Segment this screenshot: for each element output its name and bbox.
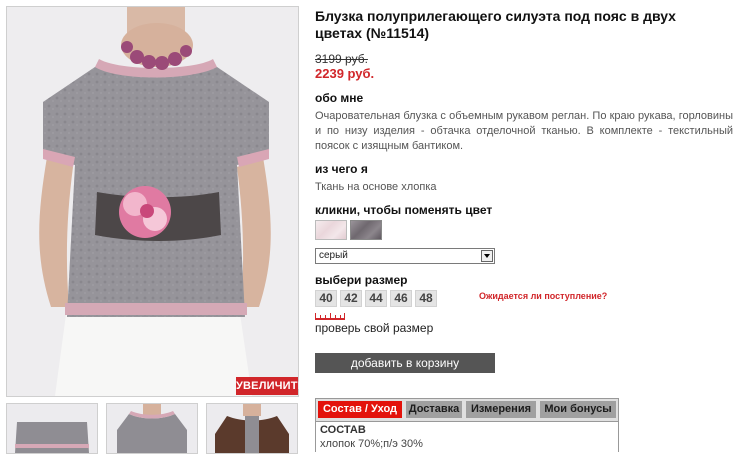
color-swatch-grey[interactable] bbox=[350, 220, 382, 240]
thumbnail-image-2 bbox=[107, 404, 197, 453]
info-tabs: Состав / Уход Доставка Измерения Мои бон… bbox=[315, 398, 619, 422]
size-option-42[interactable]: 42 bbox=[340, 290, 362, 307]
color-swatch-pink[interactable] bbox=[315, 220, 347, 240]
check-size-link[interactable]: проверь свой размер bbox=[315, 321, 433, 335]
old-price: 3199 руб. bbox=[315, 52, 368, 66]
tab-measurements[interactable]: Измерения bbox=[466, 401, 536, 418]
product-title: Блузка полуприлегающего силуэта под пояс… bbox=[315, 8, 676, 41]
about-heading: обо мне bbox=[315, 91, 364, 105]
zoom-button[interactable]: УВЕЛИЧИТЬ bbox=[236, 377, 306, 395]
thumbnail-image-1 bbox=[7, 404, 97, 453]
size-option-48[interactable]: 48 bbox=[415, 290, 437, 307]
thumbnail-image-3 bbox=[207, 404, 297, 453]
tab-composition-care[interactable]: Состав / Уход bbox=[318, 401, 402, 418]
tab-my-bonuses[interactable]: Мои бонусы bbox=[540, 401, 616, 418]
material-text: Ткань на основе хлопка bbox=[315, 181, 437, 193]
ruler-icon bbox=[315, 313, 345, 320]
add-to-cart-button[interactable]: добавить в корзину bbox=[315, 353, 495, 373]
thumbnail-3[interactable] bbox=[206, 403, 298, 454]
size-option-46[interactable]: 46 bbox=[390, 290, 412, 307]
thumbnail-2[interactable] bbox=[106, 403, 198, 454]
size-option-44[interactable]: 44 bbox=[365, 290, 387, 307]
material-heading: из чего я bbox=[315, 162, 368, 176]
color-select-value: серый bbox=[319, 250, 348, 261]
thumbnail-1[interactable] bbox=[6, 403, 98, 454]
color-heading: кликни, чтобы поменять цвет bbox=[315, 203, 493, 217]
size-option-40[interactable]: 40 bbox=[315, 290, 337, 307]
composition-heading: СОСТАВ bbox=[320, 424, 366, 436]
blouse-photo bbox=[7, 7, 298, 396]
chevron-down-icon[interactable] bbox=[481, 250, 493, 262]
sale-price: 2239 руб. bbox=[315, 66, 375, 81]
about-text: Очаровательная блузка с объемным рукавом… bbox=[315, 110, 733, 152]
composition-text: хлопок 70%;п/э 30% bbox=[320, 438, 423, 450]
tab-delivery[interactable]: Доставка bbox=[406, 401, 462, 418]
product-main-image[interactable] bbox=[6, 6, 299, 397]
color-select[interactable]: серый bbox=[315, 248, 495, 264]
restock-inquiry-link[interactable]: Ожидается ли поступление? bbox=[479, 291, 607, 301]
size-heading: выбери размер bbox=[315, 273, 408, 287]
